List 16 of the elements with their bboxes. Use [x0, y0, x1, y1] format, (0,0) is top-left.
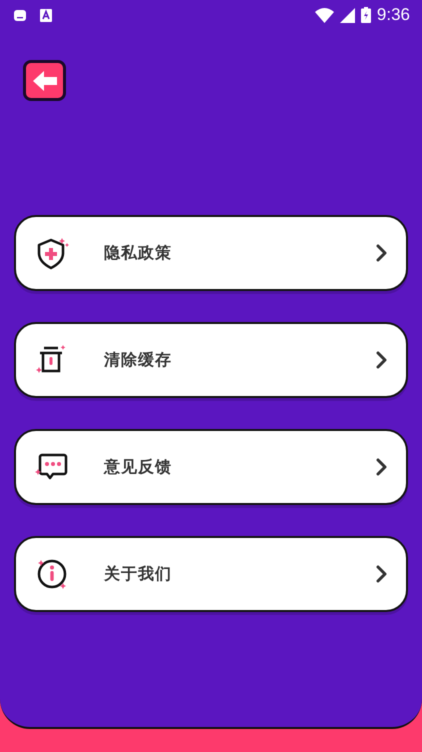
font-app-icon	[40, 8, 52, 22]
chevron-right-icon	[376, 244, 388, 262]
back-arrow-icon	[32, 70, 56, 90]
settings-menu-item[interactable]: 隐私政策	[14, 215, 408, 291]
chevron-right-icon	[376, 458, 388, 476]
battery-icon	[360, 7, 371, 23]
back-button[interactable]	[23, 60, 66, 101]
settings-menu-item[interactable]: 意见反馈	[14, 429, 408, 505]
settings-menu-item[interactable]: 清除缓存	[14, 322, 408, 398]
wifi-icon	[314, 8, 334, 22]
signal-icon	[340, 8, 355, 22]
chevron-right-icon	[376, 565, 388, 583]
settings-menu-item[interactable]: 关于我们	[14, 536, 408, 612]
app-notification-icon	[14, 10, 26, 20]
chevron-right-icon	[376, 351, 388, 369]
status-time: 9:36	[376, 5, 410, 25]
